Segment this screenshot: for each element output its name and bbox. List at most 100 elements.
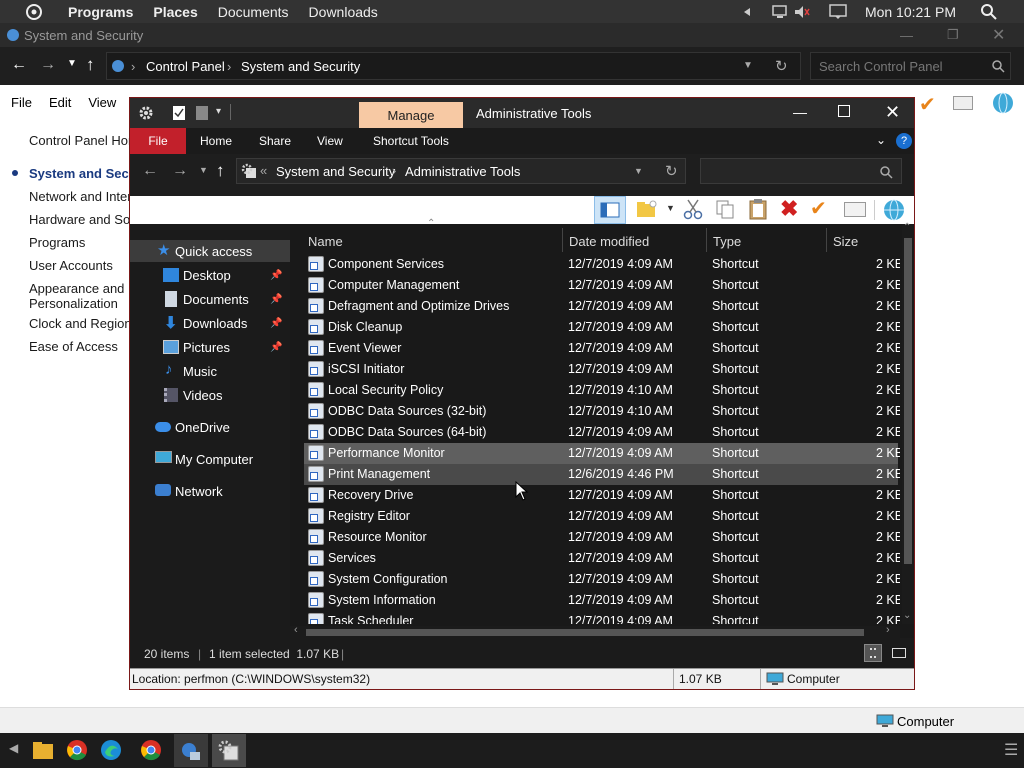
back-close-button[interactable]: ✕ — [992, 25, 1005, 45]
column-date-modified[interactable]: Date modified — [569, 230, 649, 252]
search-icon[interactable] — [980, 3, 998, 21]
breadcrumb-system-security[interactable]: System and Security — [276, 164, 395, 179]
nav-downloads[interactable]: ⬇ Downloads 📌 — [130, 312, 290, 334]
nav-network[interactable]: Network — [130, 480, 290, 502]
menu-programs[interactable]: Programs — [68, 4, 133, 20]
back-maximize-button[interactable]: ❐ — [947, 27, 959, 43]
notification-icon[interactable] — [829, 3, 847, 20]
globe-icon[interactable] — [991, 92, 1015, 114]
file-row[interactable]: System Information 12/7/2019 4:09 AM Short… — [304, 590, 900, 611]
chrome-icon[interactable] — [140, 739, 162, 761]
column-name[interactable]: Name — [308, 230, 343, 252]
properties-icon[interactable] — [953, 96, 973, 110]
back-arrow-icon[interactable]: ← — [142, 162, 158, 180]
copy-icon[interactable] — [715, 199, 735, 219]
chrome-icon[interactable] — [66, 739, 88, 761]
nav-pictures[interactable]: Pictures 📌 — [130, 336, 290, 358]
horizontal-scrollbar[interactable]: ‹ › — [290, 624, 900, 638]
file-row[interactable]: ODBC Data Sources (32-bit) 12/7/2019 4:10… — [304, 401, 900, 422]
file-manager-icon[interactable] — [32, 740, 54, 760]
back-link-hardware[interactable]: Hardware and Soun — [29, 212, 145, 227]
expand-ribbon-chevron-icon[interactable]: ⌄ — [876, 133, 886, 147]
taskbar-control-panel[interactable] — [174, 734, 208, 767]
back-link-user-accounts[interactable]: User Accounts — [29, 258, 113, 273]
nav-music[interactable]: ♪ Music — [130, 360, 290, 382]
search-icon[interactable] — [991, 59, 1005, 73]
back-link-clock-region[interactable]: Clock and Region — [29, 316, 132, 331]
pin-icon[interactable]: 📌 — [270, 294, 282, 305]
edge-icon[interactable] — [100, 739, 122, 761]
checklist-icon[interactable] — [172, 105, 186, 121]
close-button[interactable]: ✕ — [885, 102, 900, 123]
back-link-ease-of-access[interactable]: Ease of Access — [29, 339, 118, 354]
back-refresh-icon[interactable]: ↻ — [775, 57, 788, 75]
clock[interactable]: Mon 10:21 PM — [865, 4, 956, 20]
file-row[interactable]: Performance Monitor 12/7/2019 4:09 AM Shor… — [304, 443, 900, 464]
scroll-up-icon[interactable]: ⌃ — [903, 222, 911, 233]
nav-onedrive[interactable]: OneDrive — [130, 416, 290, 438]
paste-icon[interactable] — [748, 198, 768, 220]
back-back-arrow-icon[interactable]: ← — [11, 56, 27, 74]
file-row[interactable]: Services 12/7/2019 4:09 AM Shortcut 2 KB — [304, 548, 900, 569]
back-menu-edit[interactable]: Edit — [49, 95, 71, 110]
file-row[interactable]: Print Management 12/6/2019 4:46 PM Shortcu… — [304, 464, 900, 485]
scroll-left-icon[interactable]: ‹ — [294, 624, 298, 636]
menu-documents[interactable]: Documents — [218, 4, 289, 20]
nav-my-computer[interactable]: My Computer — [130, 448, 290, 470]
file-row[interactable]: Registry Editor 12/7/2019 4:09 AM Shortcut… — [304, 506, 900, 527]
breadcrumb-administrative-tools[interactable]: Administrative Tools — [405, 164, 520, 179]
nav-videos[interactable]: Videos — [130, 384, 290, 406]
back-dropdown-chevron-icon[interactable]: ▼ — [743, 60, 753, 71]
delete-icon[interactable]: ✖ — [780, 196, 798, 222]
address-bar[interactable]: « System and Security › Administrative T… — [236, 158, 686, 184]
back-link-programs[interactable]: Programs — [29, 235, 85, 250]
column-size[interactable]: Size — [833, 230, 858, 252]
rename-check-icon[interactable]: ✔ — [810, 196, 827, 221]
file-row[interactable]: Resource Monitor 12/7/2019 4:09 AM Shortcu… — [304, 527, 900, 548]
tab-file[interactable]: File — [130, 128, 186, 154]
preview-pane-button[interactable] — [594, 196, 626, 224]
back-menu-file[interactable]: File — [11, 95, 32, 110]
pin-icon[interactable]: 📌 — [270, 342, 282, 353]
tiles-view-button[interactable] — [890, 644, 908, 662]
tab-shortcut-tools[interactable]: Shortcut Tools — [373, 128, 449, 154]
back-link-appearance[interactable]: Appearance and Personalization — [29, 281, 124, 311]
address-dropdown-chevron-icon[interactable]: ▼ — [634, 166, 643, 176]
hscroll-thumb[interactable] — [306, 629, 864, 636]
vertical-scrollbar[interactable]: ⌃ ⌄ — [902, 222, 914, 624]
refresh-icon[interactable]: ↻ — [665, 162, 678, 180]
file-row[interactable]: Task Scheduler 12/7/2019 4:09 AM Shortcut 2… — [304, 611, 900, 624]
back-breadcrumb-control-panel[interactable]: Control Panel — [146, 59, 225, 74]
file-row[interactable]: Disk Cleanup 12/7/2019 4:09 AM Shortcut 2 K… — [304, 317, 900, 338]
up-arrow-icon[interactable]: ↑ — [216, 161, 225, 181]
tab-home[interactable]: Home — [200, 128, 232, 154]
minimize-button[interactable]: — — [793, 104, 807, 120]
back-link-system-security[interactable]: System and Securi — [29, 166, 145, 181]
pin-icon[interactable]: 📌 — [270, 270, 282, 281]
new-folder-icon[interactable] — [196, 106, 208, 120]
file-row[interactable]: Computer Management 12/7/2019 4:09 AM Shor… — [304, 275, 900, 296]
menu-downloads[interactable]: Downloads — [309, 4, 378, 20]
search-icon[interactable] — [879, 165, 893, 179]
file-row[interactable]: System Configuration 12/7/2019 4:09 AM Sho… — [304, 569, 900, 590]
scroll-thumb[interactable] — [904, 238, 912, 564]
taskbar-back-icon[interactable]: ◀ — [9, 741, 18, 755]
back-breadcrumb-system-security[interactable]: System and Security — [241, 59, 360, 74]
file-row[interactable]: Component Services 12/7/2019 4:09 AM Short… — [304, 254, 900, 275]
menu-places[interactable]: Places — [153, 4, 197, 20]
back-address-bar[interactable]: › Control Panel › System and Security ▼ … — [106, 52, 801, 80]
properties-icon[interactable] — [844, 202, 866, 217]
scroll-down-icon[interactable]: ⌄ — [903, 610, 911, 621]
tab-view[interactable]: View — [317, 128, 343, 154]
file-row[interactable]: Recovery Drive 12/7/2019 4:09 AM Shortcut 2… — [304, 485, 900, 506]
pin-icon[interactable]: 📌 — [270, 318, 282, 329]
maximize-button[interactable] — [838, 105, 850, 117]
check-icon[interactable]: ✔ — [919, 92, 936, 117]
taskbar-admin-tools[interactable] — [212, 734, 246, 767]
nav-desktop[interactable]: Desktop 📌 — [130, 264, 290, 286]
details-view-button[interactable] — [864, 644, 882, 662]
nav-documents[interactable]: Documents 📌 — [130, 288, 290, 310]
back-search-box[interactable]: Search Control Panel — [810, 52, 1011, 80]
search-input[interactable] — [700, 158, 902, 184]
app-menu-icon[interactable] — [24, 2, 44, 22]
